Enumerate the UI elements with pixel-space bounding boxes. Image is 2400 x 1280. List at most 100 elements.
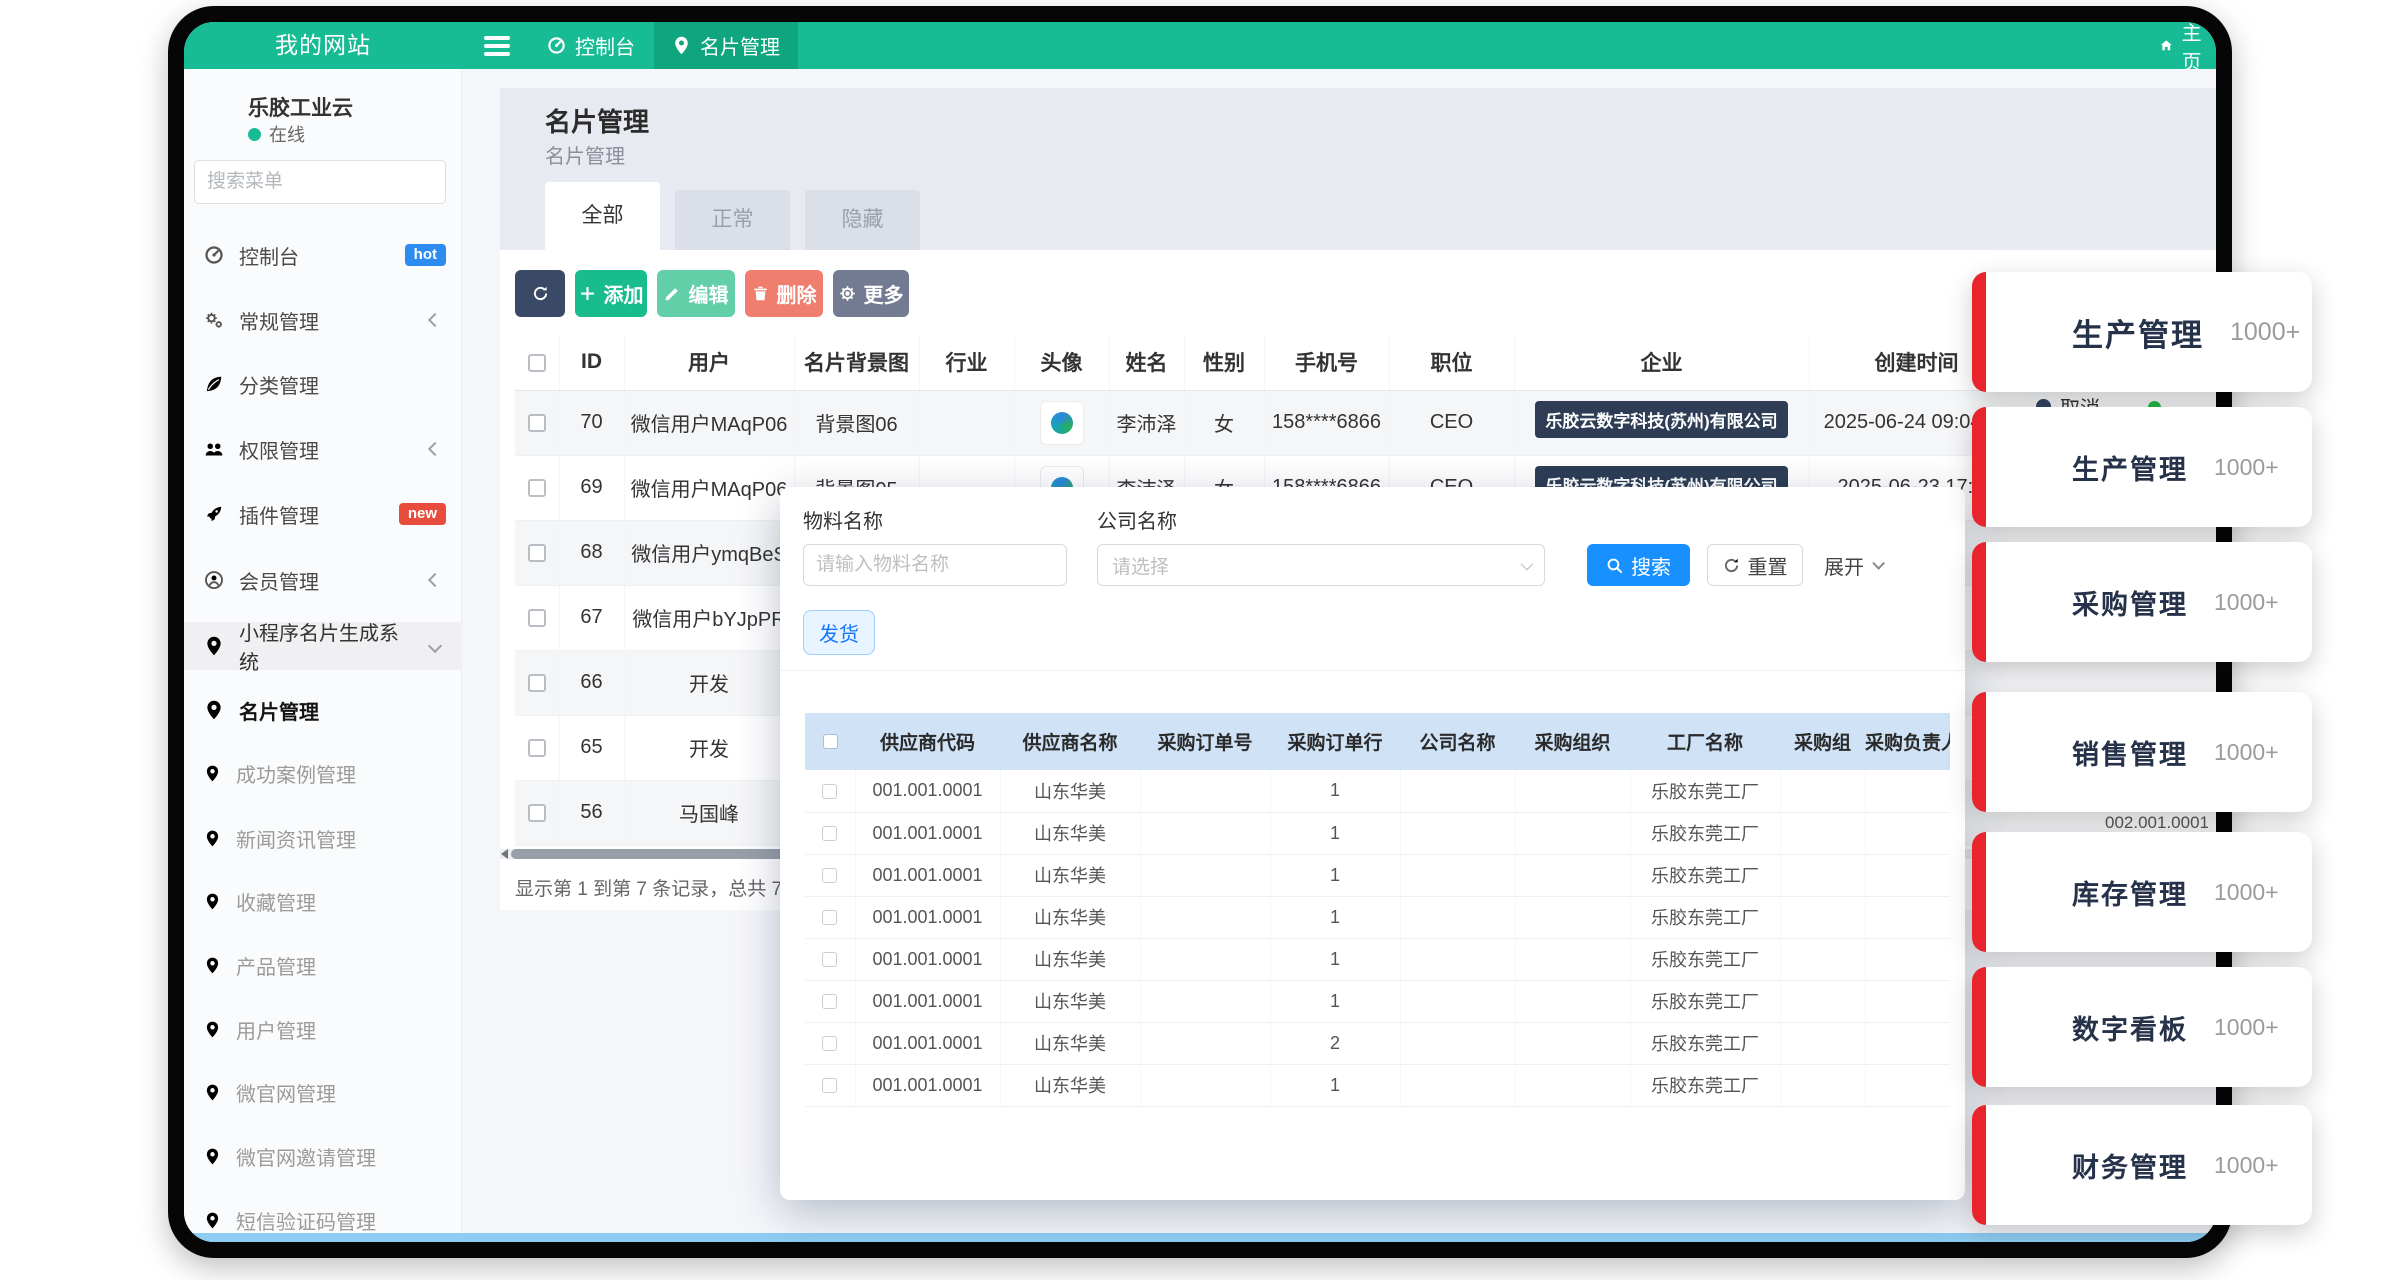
header-tab-card-management[interactable]: 名片管理 [654, 22, 798, 69]
col-gender[interactable]: 性别 [1184, 335, 1264, 390]
sidebar-item-favorites[interactable]: 收藏管理 [184, 877, 462, 925]
dashboard-icon [204, 245, 224, 265]
sidebar-item-users[interactable]: 用户管理 [184, 1005, 462, 1053]
company-select[interactable]: 请选择 [1097, 544, 1545, 586]
hscrollbar-thumb[interactable] [511, 849, 785, 859]
cell-purchase-org [1515, 1022, 1630, 1064]
col-name[interactable]: 姓名 [1109, 335, 1184, 390]
sidebar-item-miniprogram-cards[interactable]: 小程序名片生成系统 [184, 622, 462, 670]
module-card-digital-board[interactable]: 数字看板 1000+ [1972, 967, 2312, 1087]
module-card-production-1[interactable]: 生产管理 1000+ [1972, 272, 2312, 392]
add-button[interactable]: 添加 [575, 270, 647, 317]
tab-all[interactable]: 全部 [545, 182, 660, 250]
table-row[interactable]: 70 微信用户MAqP06 背景图06 李沛泽 女 158****6866 CE… [515, 390, 2216, 455]
sidebar-item-permissions[interactable]: 权限管理 [184, 425, 462, 473]
cell-card-bg: 背景图06 [794, 390, 919, 455]
hamburger-menu-icon[interactable] [484, 36, 510, 56]
supplier-code-fragment: 002.001.0001 [2105, 813, 2209, 833]
row-checkbox[interactable] [822, 910, 837, 925]
supplier-row[interactable]: 001.001.0001 山东华美 1 乐胶东莞工厂 [805, 770, 1950, 812]
cell-supplier-name: 山东华美 [1000, 1064, 1140, 1106]
tab-hidden[interactable]: 隐藏 [805, 190, 920, 250]
row-checkbox[interactable] [822, 868, 837, 883]
sidebar-item-products[interactable]: 产品管理 [184, 941, 462, 989]
supplier-row[interactable]: 001.001.0001 山东华美 2 乐胶东莞工厂 [805, 1022, 1950, 1064]
col-company[interactable]: 企业 [1514, 335, 1809, 390]
cell-company [1400, 812, 1515, 854]
cell-factory: 乐胶东莞工厂 [1630, 770, 1780, 812]
row-checkbox[interactable] [822, 1036, 837, 1051]
col-title[interactable]: 职位 [1389, 335, 1514, 390]
row-checkbox[interactable] [528, 804, 546, 822]
delete-button[interactable]: 删除 [745, 270, 823, 317]
sidebar-item-plugins[interactable]: 插件管理 new [184, 490, 462, 538]
supplier-row[interactable]: 001.001.0001 山东华美 1 乐胶东莞工厂 [805, 896, 1950, 938]
brand-title: 我的网站 [184, 22, 462, 69]
module-card-production-2[interactable]: 生产管理 1000+ [1972, 407, 2312, 527]
cell-po-number [1140, 1064, 1270, 1106]
refresh-icon [532, 285, 549, 302]
col-card-bg[interactable]: 名片背景图 [794, 335, 919, 390]
module-card-inventory[interactable]: 库存管理 1000+ [1972, 832, 2312, 952]
row-checkbox[interactable] [822, 784, 837, 799]
col-id[interactable]: ID [559, 335, 624, 390]
sidebar-item-console[interactable]: 控制台 hot [184, 231, 462, 279]
hscrollbar-left-arrow[interactable] [501, 849, 508, 859]
row-checkbox[interactable] [528, 609, 546, 627]
col-industry[interactable]: 行业 [919, 335, 1014, 390]
supplier-row[interactable]: 001.001.0001 山东华美 1 乐胶东莞工厂 [805, 1064, 1950, 1106]
sidebar-item-news[interactable]: 新闻资讯管理 [184, 814, 462, 862]
sidebar-item-card-management[interactable]: 名片管理 [184, 686, 462, 734]
refresh-button[interactable] [515, 270, 565, 317]
col-phone[interactable]: 手机号 [1264, 335, 1389, 390]
supplier-row[interactable]: 001.001.0001 山东华美 1 乐胶东莞工厂 [805, 812, 1950, 854]
sidebar-search-input[interactable] [207, 171, 452, 193]
sidebar-item-success-cases[interactable]: 成功案例管理 [184, 749, 462, 797]
col-avatar[interactable]: 头像 [1014, 335, 1109, 390]
reset-button[interactable]: 重置 [1707, 544, 1803, 586]
trash-icon [752, 285, 769, 302]
cell-factory: 乐胶东莞工厂 [1630, 812, 1780, 854]
select-all-checkbox[interactable] [823, 734, 838, 749]
supplier-row[interactable]: 001.001.0001 山东华美 1 乐胶东莞工厂 [805, 938, 1950, 980]
row-checkbox[interactable] [528, 479, 546, 497]
gear-icon [839, 285, 856, 302]
bottom-scrollbar[interactable] [184, 1233, 2216, 1242]
row-checkbox[interactable] [528, 674, 546, 692]
edit-button[interactable]: 编辑 [657, 270, 735, 317]
sidebar-item-general[interactable]: 常规管理 [184, 296, 462, 344]
expand-toggle[interactable]: 展开 [1824, 551, 1881, 580]
supplier-row[interactable]: 001.001.0001 山东华美 1 乐胶东莞工厂 [805, 854, 1950, 896]
material-name-input[interactable] [816, 554, 1061, 576]
sidebar-item-category[interactable]: 分类管理 [184, 360, 462, 408]
sidebar-item-micro-site-invite[interactable]: 微官网邀请管理 [184, 1132, 462, 1180]
module-card-purchasing[interactable]: 采购管理 1000+ [1972, 542, 2312, 662]
col-purchase-group: 采购组 [1780, 713, 1865, 770]
chevron-left-icon [428, 313, 442, 327]
row-checkbox[interactable] [822, 1078, 837, 1093]
cell-company [1400, 854, 1515, 896]
supplier-row[interactable]: 001.001.0001 山东华美 1 乐胶东莞工厂 [805, 980, 1950, 1022]
cell-purchase-group [1780, 812, 1865, 854]
row-checkbox[interactable] [528, 544, 546, 562]
sidebar-item-micro-site[interactable]: 微官网管理 [184, 1068, 462, 1116]
row-checkbox[interactable] [822, 826, 837, 841]
tab-normal[interactable]: 正常 [675, 190, 790, 250]
select-all-checkbox[interactable] [528, 354, 546, 372]
module-card-finance[interactable]: 财务管理 1000+ [1972, 1105, 2312, 1225]
col-user[interactable]: 用户 [624, 335, 794, 390]
col-purchase-org: 采购组织 [1515, 713, 1630, 770]
row-checkbox[interactable] [528, 739, 546, 757]
map-pin-icon [204, 1021, 221, 1038]
search-button[interactable]: 搜索 [1587, 544, 1690, 586]
more-button[interactable]: 更多 [833, 270, 909, 317]
header-tab-console[interactable]: 控制台 [529, 22, 653, 69]
row-checkbox[interactable] [528, 414, 546, 432]
row-checkbox[interactable] [822, 952, 837, 967]
row-checkbox[interactable] [822, 994, 837, 1009]
header-home-link[interactable]: 主页 [2142, 22, 2216, 69]
sidebar-item-members[interactable]: 会员管理 [184, 556, 462, 604]
ship-button[interactable]: 发货 [803, 610, 875, 655]
module-card-sales[interactable]: 销售管理 1000+ [1972, 692, 2312, 812]
cell-gender: 女 [1184, 390, 1264, 455]
